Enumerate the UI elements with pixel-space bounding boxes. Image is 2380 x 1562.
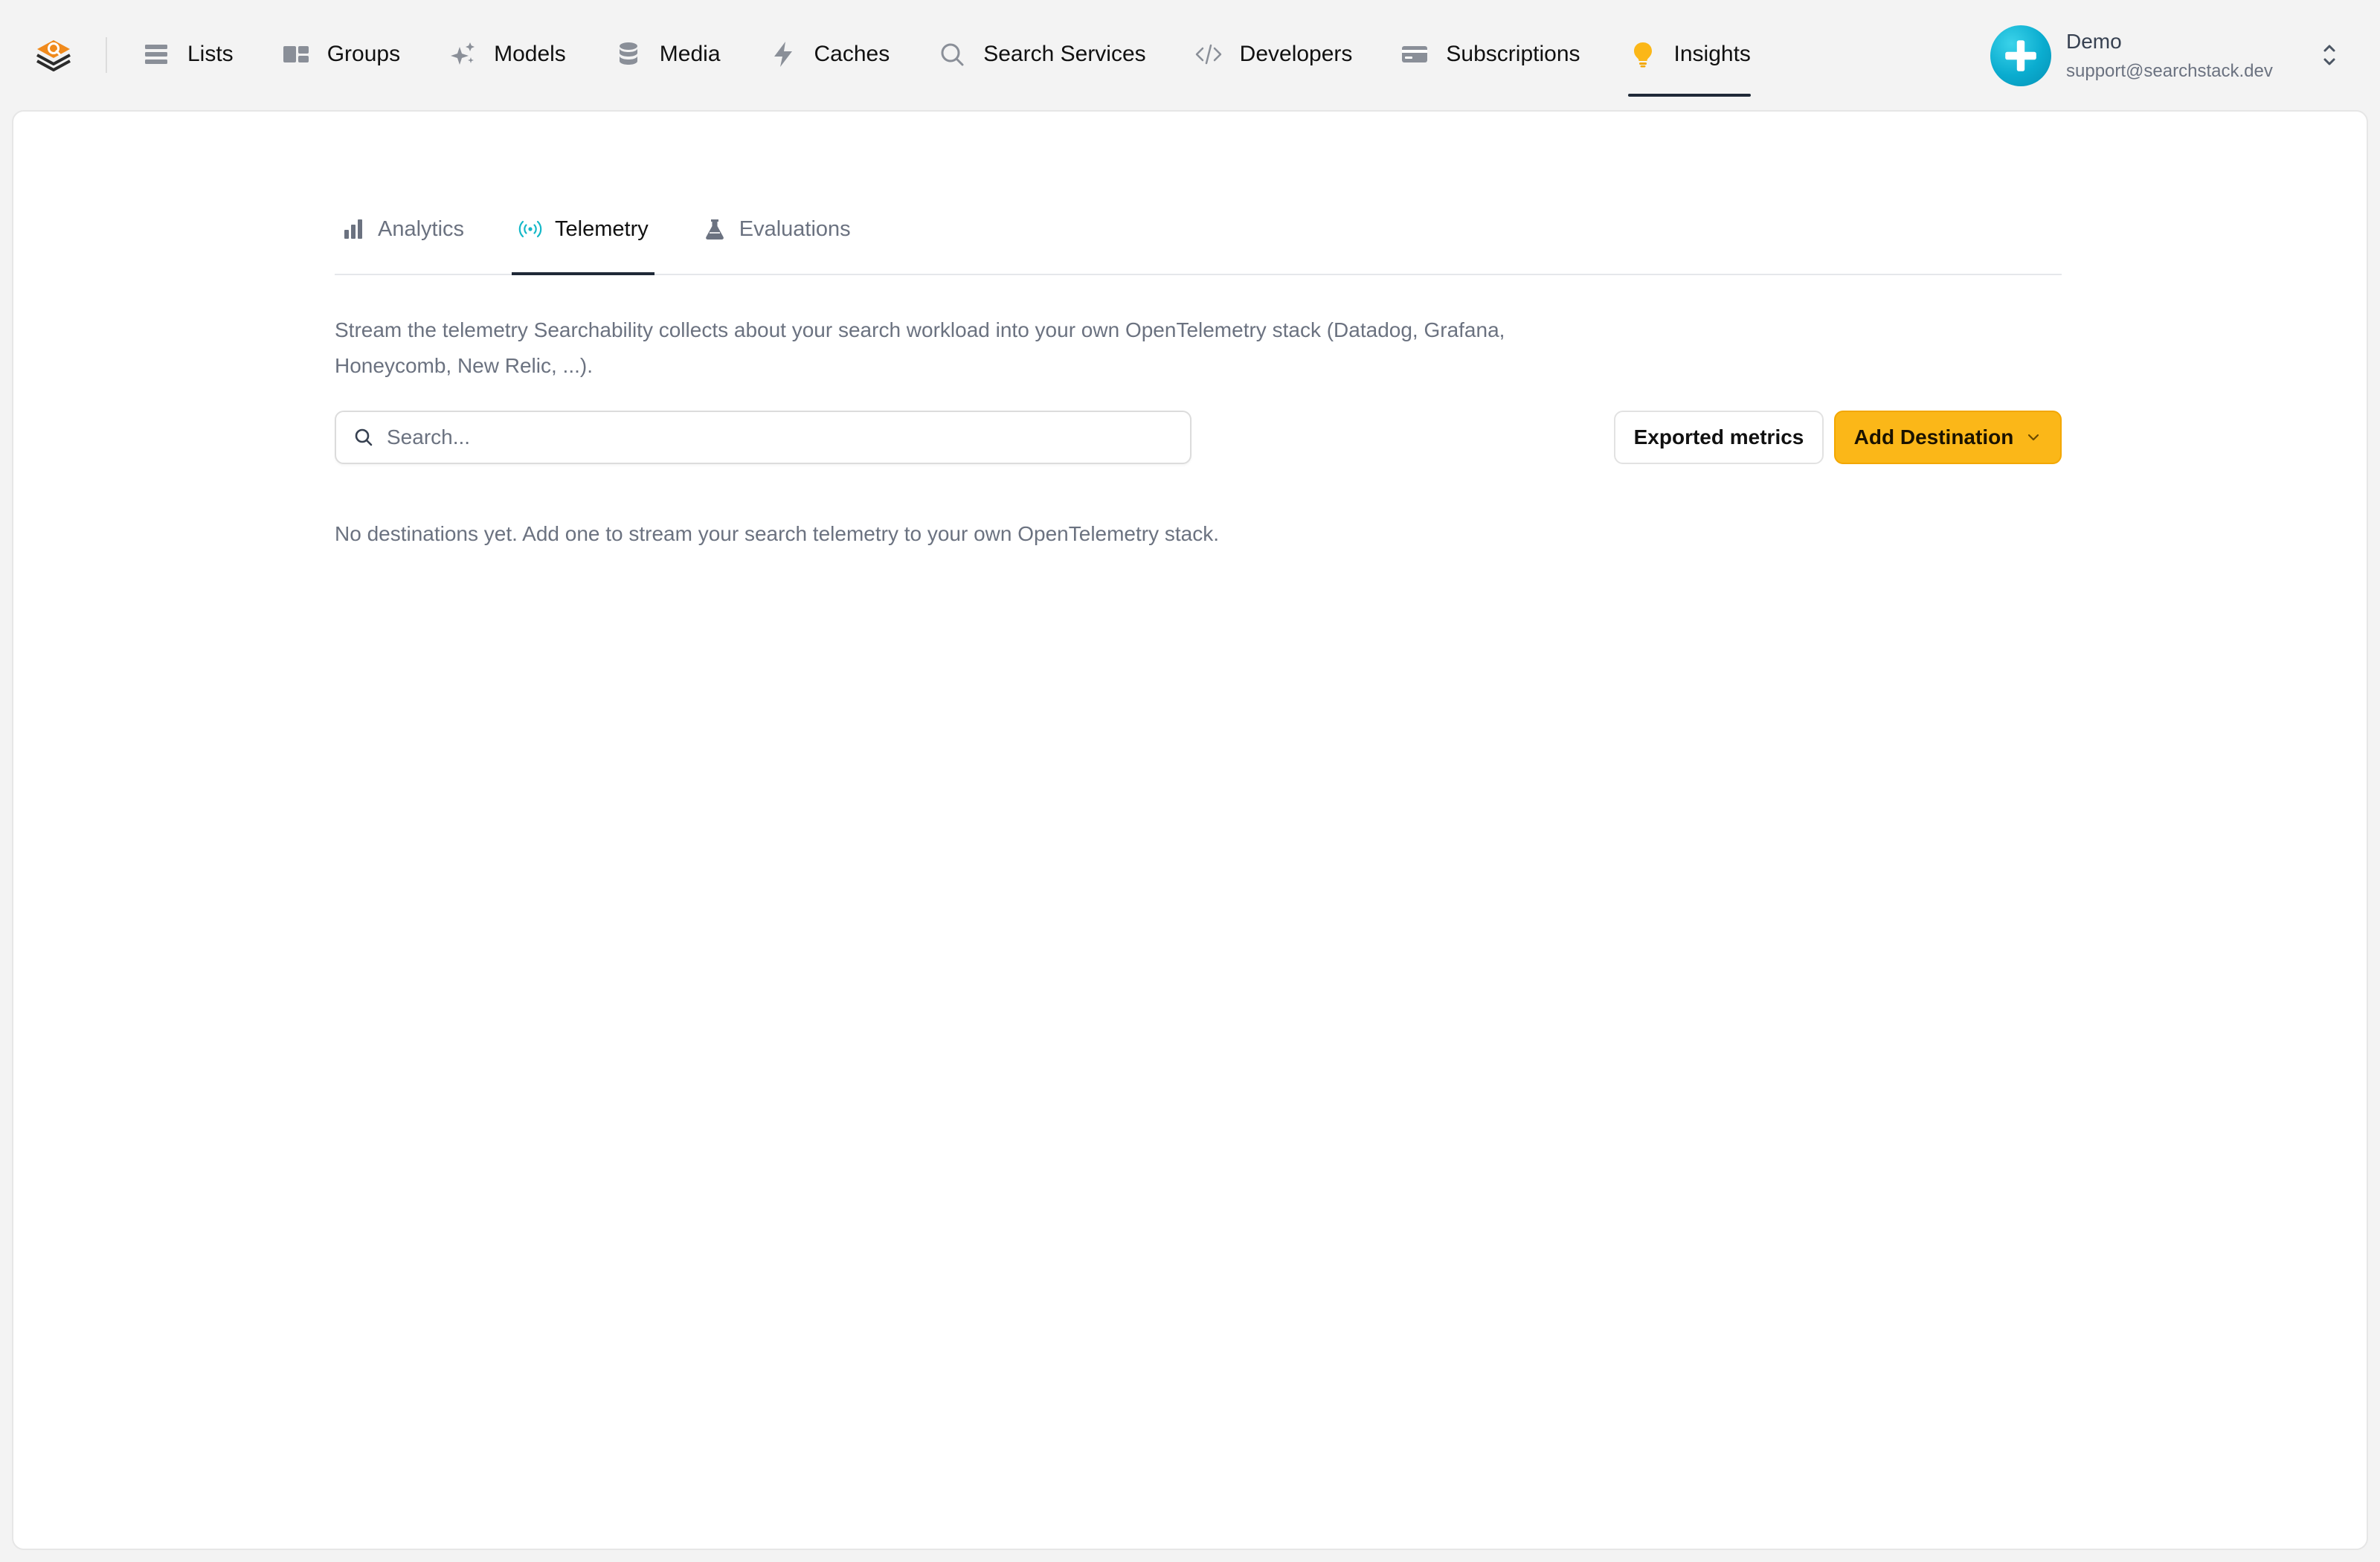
credit-card-icon bbox=[1402, 46, 1428, 62]
avatar bbox=[1990, 25, 2051, 86]
tab-analytics[interactable]: Analytics bbox=[335, 184, 470, 274]
nav-item-developers[interactable]: Developers bbox=[1194, 0, 1353, 109]
plus-icon bbox=[2005, 40, 2036, 71]
nav-item-models[interactable]: Models bbox=[448, 0, 566, 109]
add-destination-button[interactable]: Add Destination bbox=[1834, 411, 2062, 464]
nav-item-label: Groups bbox=[327, 42, 401, 66]
nav-item-insights[interactable]: Insights bbox=[1627, 0, 1752, 109]
empty-state-message: No destinations yet. Add one to stream y… bbox=[335, 522, 1220, 545]
list-icon bbox=[145, 45, 167, 64]
nav-item-label: Media bbox=[659, 42, 721, 66]
tab-label: Analytics bbox=[378, 216, 465, 241]
nav-item-label: Search Services bbox=[983, 42, 1146, 66]
user-name: Demo bbox=[2066, 30, 2122, 53]
search-icon bbox=[941, 43, 964, 66]
insights-content: Analytics Telemetry Evaluations Stream t… bbox=[335, 184, 2062, 546]
search-input[interactable] bbox=[387, 425, 1175, 449]
nav-item-label: Lists bbox=[187, 42, 234, 66]
user-info: Demo support@searchstack.dev bbox=[2066, 30, 2273, 82]
logo-divider bbox=[106, 37, 107, 73]
nav-item-label: Caches bbox=[814, 42, 890, 66]
lightning-icon bbox=[774, 42, 792, 67]
user-menu[interactable]: Demo support@searchstack.dev bbox=[1990, 22, 2340, 89]
main-panel: Analytics Telemetry Evaluations Stream t… bbox=[12, 110, 2368, 1550]
nav-item-lists[interactable]: Lists bbox=[141, 0, 234, 109]
groups-icon bbox=[283, 46, 309, 62]
code-icon bbox=[1195, 44, 1221, 65]
flask-icon bbox=[705, 219, 724, 240]
nav-item-search-services[interactable]: Search Services bbox=[937, 0, 1146, 109]
app-logo-icon[interactable] bbox=[33, 34, 74, 76]
broadcast-icon bbox=[518, 220, 542, 238]
search-box bbox=[335, 411, 1191, 464]
main-nav: Lists Groups Models Media Caches Search … bbox=[141, 0, 1798, 109]
nav-item-label: Insights bbox=[1673, 42, 1751, 66]
nav-item-subscriptions[interactable]: Subscriptions bbox=[1400, 0, 1580, 109]
database-icon bbox=[619, 42, 637, 65]
nav-item-groups[interactable]: Groups bbox=[281, 0, 400, 109]
insights-tabs: Analytics Telemetry Evaluations bbox=[335, 184, 2062, 275]
nav-item-label: Models bbox=[494, 42, 566, 66]
user-email: support@searchstack.dev bbox=[2066, 61, 2273, 81]
nav-item-caches[interactable]: Caches bbox=[768, 0, 890, 109]
chevron-up-down-icon bbox=[2323, 45, 2335, 65]
tab-label: Telemetry bbox=[555, 216, 649, 241]
add-destination-label: Add Destination bbox=[1853, 425, 2014, 449]
exported-metrics-button[interactable]: Exported metrics bbox=[1614, 411, 1824, 464]
bar-chart-icon bbox=[344, 219, 362, 239]
telemetry-toolbar: Exported metrics Add Destination bbox=[335, 411, 2062, 464]
tab-telemetry[interactable]: Telemetry bbox=[512, 184, 654, 275]
tab-label: Evaluations bbox=[739, 216, 851, 241]
nav-item-media[interactable]: Media bbox=[614, 0, 721, 109]
top-navigation: Lists Groups Models Media Caches Search … bbox=[0, 0, 2380, 109]
chevron-down-icon bbox=[2028, 434, 2039, 441]
telemetry-description: Stream the telemetry Searchability colle… bbox=[335, 318, 1505, 377]
lightbulb-icon bbox=[1633, 42, 1652, 68]
nav-item-label: Developers bbox=[1239, 42, 1353, 66]
search-icon bbox=[355, 428, 373, 446]
nav-item-label: Subscriptions bbox=[1446, 42, 1580, 66]
sparkles-icon bbox=[451, 42, 475, 65]
tab-evaluations[interactable]: Evaluations bbox=[696, 184, 857, 274]
